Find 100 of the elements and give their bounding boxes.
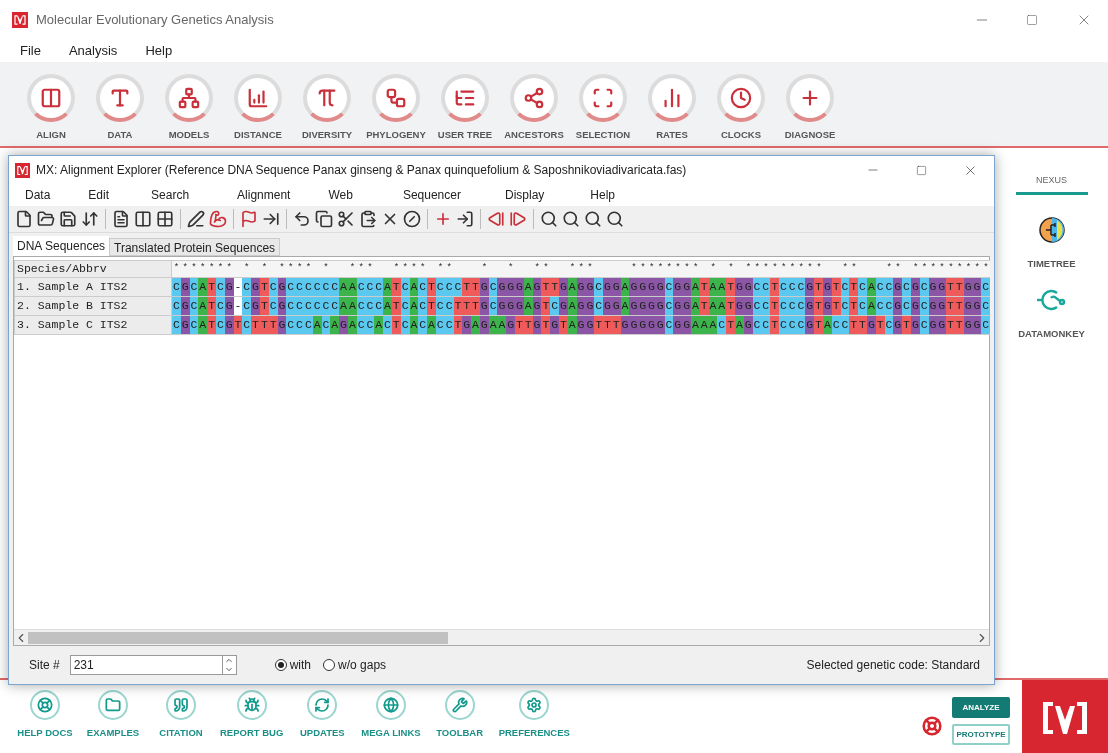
bar-chart-icon <box>234 73 282 122</box>
add-icon[interactable] <box>434 210 452 228</box>
sequence-cell: CGCATCG-CGTCGCCCCCCAACCCATCACTCCCTTGCGGGAGTTGAGGCGGAGGGGCGGATAATGGCCTCCCGTGTCTCACCGCGCGGTTGGC <box>172 278 991 297</box>
columns-icon[interactable] <box>134 210 152 228</box>
logo-icon <box>12 12 28 28</box>
menu-item[interactable]: Help <box>584 186 621 204</box>
plus-icon <box>786 73 834 122</box>
tool-button[interactable]: MODELS <box>158 73 220 142</box>
tool-button[interactable]: DATA <box>89 73 151 142</box>
lifebuoy-icon <box>922 716 942 736</box>
import-icon[interactable] <box>456 210 474 228</box>
copy-icon[interactable] <box>315 210 333 228</box>
footer-link[interactable]: CITATION <box>152 690 210 741</box>
menu-item[interactable]: Data <box>19 186 57 204</box>
sequence-cell: CGCATCG-CGTCGCCCCCCAACCCATCACTCCTTTGCGGGAGTCGAGGCGGAGGGGCGGATAATGGCCTCCCGTGTCTCACCGCGCGGTTGGC <box>172 297 991 316</box>
letters-icon <box>96 73 144 122</box>
list-tree-icon <box>441 73 489 122</box>
footer-link[interactable]: HELP DOCS <box>16 690 74 741</box>
grid-icon[interactable] <box>156 210 174 228</box>
search-icon[interactable] <box>606 210 624 228</box>
menu-item[interactable]: Sequencer <box>396 186 467 204</box>
refresh-icon <box>307 690 338 720</box>
site-spinbox[interactable]: 231 <box>69 655 237 675</box>
status-text: Selected genetic code: Standard <box>806 657 980 674</box>
tool-button[interactable]: SELECTION <box>572 73 634 142</box>
increment-icon[interactable] <box>224 656 235 665</box>
clock-icon <box>717 73 765 122</box>
column-header: Species/Abbrv <box>14 260 172 278</box>
tab[interactable]: DNA Sequences <box>13 236 110 256</box>
footer-link[interactable]: EXAMPLES <box>84 690 142 741</box>
tab[interactable]: Translated Protein Sequences <box>109 238 281 256</box>
insert-icon[interactable] <box>262 210 280 228</box>
menu-item[interactable]: Help <box>139 41 179 61</box>
logo-icon <box>15 162 30 178</box>
tool-button[interactable]: ALIGN <box>20 73 82 142</box>
decrement-icon[interactable] <box>224 665 235 674</box>
window-title: MX: Alignment Explorer (Reference DNA Sequence Panax ginseng & Panax quinquefolium & Saposhnikoviadivaricata.fas) <box>36 162 687 179</box>
tool-button[interactable]: ANCESTORS <box>503 73 565 142</box>
undo-icon[interactable] <box>293 210 311 228</box>
clear-icon[interactable] <box>403 210 421 228</box>
globe-tree-icon <box>1038 216 1065 243</box>
footer-link[interactable]: TOOLBAR <box>430 690 489 741</box>
scan-icon <box>579 73 627 122</box>
pen-icon[interactable] <box>187 210 205 228</box>
footer-link[interactable]: MEGA LINKS <box>361 690 421 741</box>
menu-item[interactable]: Search <box>145 186 196 204</box>
menu-item[interactable]: Alignment <box>231 186 297 204</box>
menu-item[interactable]: File <box>14 41 47 61</box>
nodes-icon <box>510 73 558 122</box>
flag-icon[interactable] <box>240 210 258 228</box>
radio-option[interactable]: with <box>274 656 312 674</box>
maximize-icon[interactable] <box>1026 14 1038 26</box>
search-icon[interactable] <box>584 210 602 228</box>
tool-button[interactable]: DISTANCE <box>227 73 289 142</box>
site-label: Site # <box>29 657 60 674</box>
mode-button[interactable]: ANALYZE <box>952 697 1010 718</box>
new-file-icon[interactable] <box>15 210 33 228</box>
next-icon[interactable] <box>509 210 527 228</box>
tool-button[interactable]: DIAGNOSE <box>779 73 841 142</box>
tool-button[interactable]: USER TREE <box>434 73 496 142</box>
globe-icon <box>376 690 406 720</box>
mode-button[interactable]: PROTOTYPE <box>952 724 1010 745</box>
tool-button[interactable]: RATES <box>641 73 703 142</box>
cut-icon[interactable] <box>337 210 355 228</box>
tool-button[interactable]: PHYLOGENY <box>365 73 427 142</box>
menu-item[interactable]: Analysis <box>62 41 124 61</box>
footer-link[interactable]: REPORT BUG <box>220 690 284 741</box>
quote-icon <box>166 690 196 720</box>
tool-button[interactable]: DIVERSITY <box>296 73 358 142</box>
search-icon[interactable] <box>540 210 558 228</box>
sequence-name[interactable]: 1. Sample A ITS2 <box>14 278 172 297</box>
pi-icon <box>303 73 351 122</box>
columns-icon <box>27 73 75 122</box>
sequence-name[interactable]: 2. Sample B ITS2 <box>14 297 172 316</box>
settings-icon <box>519 690 550 720</box>
datamonkey-link[interactable]: DATAMONKEY <box>1018 326 1085 341</box>
bar-chart-icon <box>648 73 696 122</box>
scrollbar-thumb[interactable] <box>28 631 448 644</box>
timetree-link[interactable]: TIMETREE <box>1027 256 1076 271</box>
bug-icon <box>236 690 267 720</box>
sequence-cell: CGCATCGTCTTTGCCCACAGACCACTCACACCTGAGAAGTTGTGTAGGTTTGGGGGCGGAAACTAGCCTCCCGTACCTTGTCGTGCGGTTGGC <box>172 316 991 335</box>
sequence-name[interactable]: 3. Sample C ITS2 <box>14 316 172 335</box>
menu-item[interactable]: Display <box>498 186 551 204</box>
muscle-icon[interactable] <box>209 210 227 228</box>
wrench-icon <box>444 690 475 720</box>
footer-link[interactable]: UPDATES <box>293 690 352 741</box>
radio-option[interactable]: w/o gaps <box>323 656 387 674</box>
paste-icon[interactable] <box>359 210 377 228</box>
folder-icon[interactable] <box>37 210 55 228</box>
document-icon[interactable] <box>112 210 130 228</box>
save-icon[interactable] <box>59 210 77 228</box>
conservation-row: ******* * * **** * *** **** ** * * ** *** ******** * * ********* ** ** ********* <box>172 260 991 278</box>
menu-item[interactable]: Web <box>322 186 359 204</box>
previous-icon[interactable] <box>487 210 505 228</box>
search-icon[interactable] <box>562 210 580 228</box>
footer-link[interactable]: PREFERENCES <box>498 690 570 741</box>
menu-item[interactable]: Edit <box>82 186 116 204</box>
lifebuoy-icon <box>30 690 60 720</box>
tool-button[interactable]: CLOCKS <box>710 73 772 142</box>
nexus-tab[interactable]: NEXUS <box>1015 174 1088 195</box>
